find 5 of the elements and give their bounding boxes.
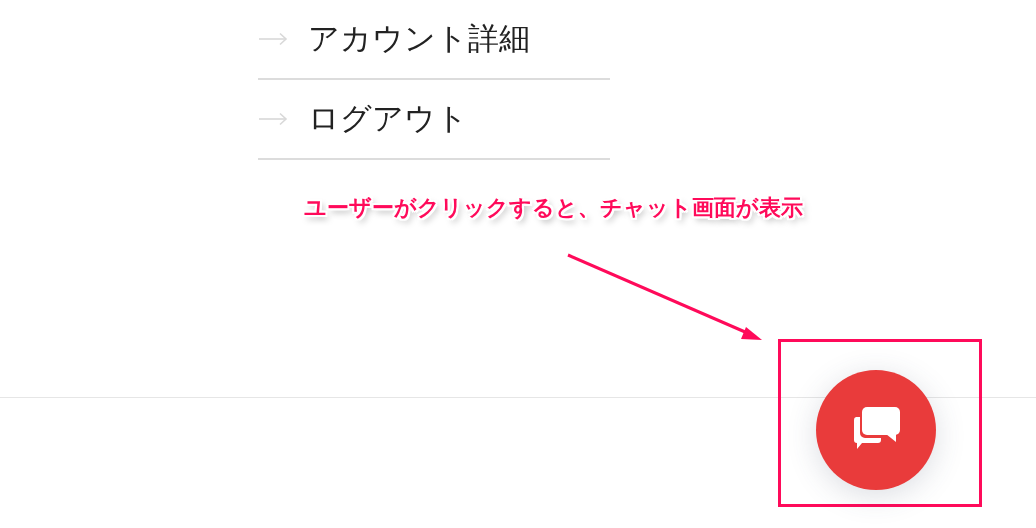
- menu-item[interactable]: ログアウト: [258, 80, 610, 160]
- arrow-icon: [258, 32, 288, 46]
- menu-item[interactable]: アカウント詳細: [258, 0, 610, 80]
- arrow-icon: [258, 112, 288, 126]
- annotation-text: ユーザーがクリックすると、チャット画面が表示: [302, 194, 804, 222]
